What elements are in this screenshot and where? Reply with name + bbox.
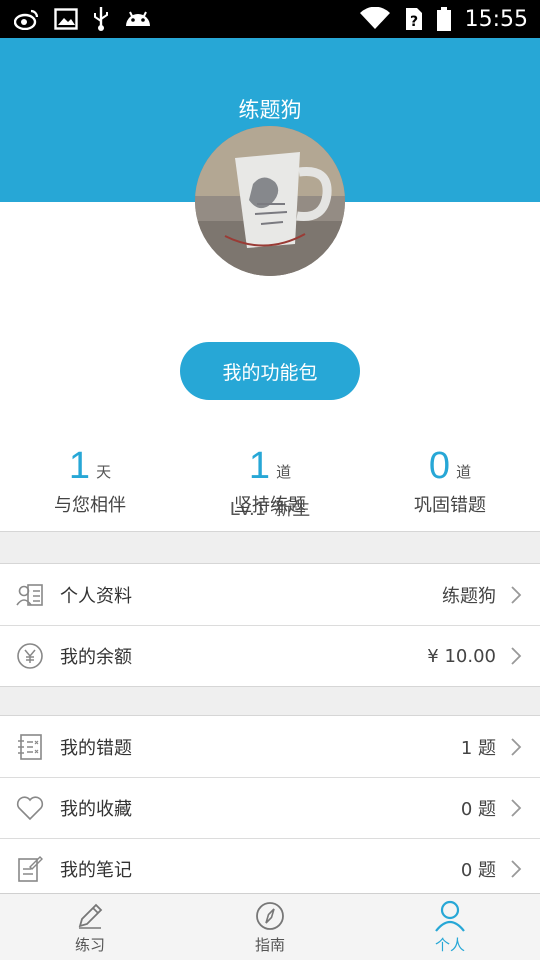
favorites-row[interactable]: 我的收藏 0 题 [0,777,540,838]
stat-reviewed-wrong: 0 道 巩固错题 [360,440,540,530]
stat-companion-days: 1 天 与您相伴 [0,440,180,530]
image-icon [54,8,78,30]
compass-icon [255,900,285,932]
svg-text:?: ? [410,14,418,30]
tab-label: 练习 [74,936,105,954]
page-title: 练题狗 [238,98,302,122]
chevron-right-icon [510,797,524,819]
profile-card-icon [16,581,44,609]
row-label: 我的笔记 [60,860,132,881]
notes-icon [16,855,44,883]
stat-label: 巩固错题 [414,495,486,516]
tab-practice[interactable]: 练习 [0,894,180,960]
clock: 15:55 [464,6,528,32]
row-value: ¥ 10.00 [427,645,496,667]
chevron-right-icon [510,736,524,758]
tab-personal[interactable]: 个人 [360,894,540,960]
row-value: 0 题 [460,860,496,881]
usb-icon [92,6,110,32]
chevron-right-icon [510,858,524,880]
stat-label: 与您相伴 [54,495,126,516]
bottom-tab-bar: 练习 指南 个人 [0,893,540,960]
tab-label: 指南 [254,936,285,954]
stat-unit: 道 [456,463,472,481]
row-label: 我的错题 [60,737,132,759]
wifi-icon [359,7,391,31]
profile-info-row[interactable]: 个人资料 练题狗 [0,564,540,625]
account-group: 个人资料 练题狗 我的余额 ¥ 10.00 [0,563,540,687]
wrong-questions-icon [16,733,44,761]
row-label: 我的收藏 [60,799,132,820]
tab-label: 个人 [434,936,465,954]
records-group: 我的错题 1 题 我的收藏 0 题 我的笔记 0 题 [0,715,540,899]
heart-icon [16,794,44,822]
stat-unit: 天 [96,463,112,481]
status-bar: ? 15:55 [0,0,540,38]
sim-unknown-icon: ? [405,7,423,31]
yuan-coin-icon [16,642,44,670]
row-value: 练题狗 [442,585,496,607]
tab-guide[interactable]: 指南 [180,894,360,960]
battery-icon [436,7,451,31]
chevron-right-icon [510,645,524,667]
person-icon [434,900,466,932]
stats-row: 1 天 与您相伴 1 道 坚持练题 0 道 巩固错题 [0,440,540,530]
stat-label: 坚持练题 [234,495,306,516]
wrong-questions-row[interactable]: 我的错题 1 题 [0,716,540,777]
avatar[interactable] [195,126,345,276]
android-icon [124,8,152,30]
stat-unit: 道 [276,463,292,481]
balance-row[interactable]: 我的余额 ¥ 10.00 [0,625,540,686]
row-label: 个人资料 [60,585,132,607]
notes-row[interactable]: 我的笔记 0 题 [0,838,540,899]
chevron-right-icon [510,584,524,606]
pencil-icon [75,900,105,932]
stat-value: 1 [248,445,271,487]
row-value: 1 题 [460,737,496,759]
stat-practiced-questions: 1 道 坚持练题 [180,440,360,530]
stat-value: 1 [68,445,91,487]
stat-value: 0 [428,445,451,487]
feature-package-button[interactable]: 我的功能包 [180,342,360,400]
row-value: 0 题 [460,799,496,820]
weibo-icon [14,8,40,30]
row-label: 我的余额 [60,647,132,668]
